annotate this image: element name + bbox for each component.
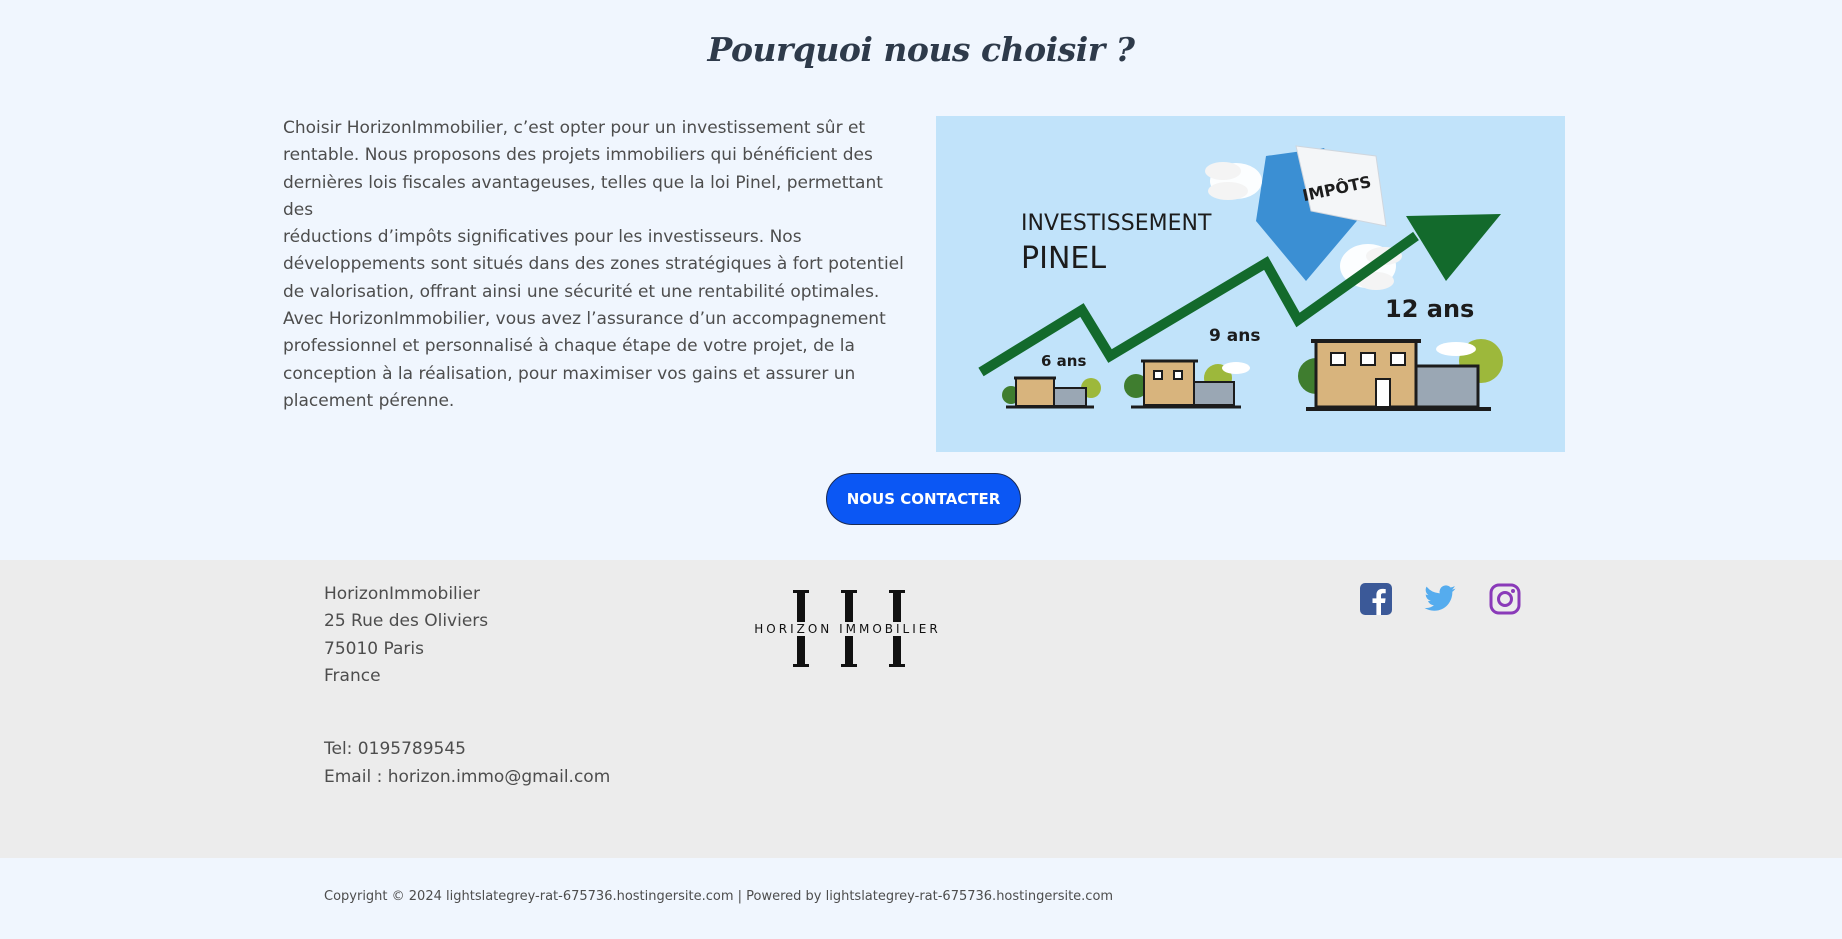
company-name: HorizonImmobilier	[324, 584, 480, 604]
house-medium-icon	[1124, 359, 1250, 409]
instagram-icon[interactable]	[1488, 582, 1522, 616]
powered-by-link[interactable]: lightslategrey-rat-675736.hostingersite.…	[826, 889, 1113, 904]
paragraph-line: Avec HorizonImmobilier, vous avez l’assu…	[283, 309, 886, 330]
paragraph-line: placement pérenne.	[283, 390, 455, 411]
country: France	[324, 665, 381, 686]
image-heading-2: PINEL	[1021, 241, 1106, 276]
logo-text: HORIZON IMMOBILIER	[754, 622, 940, 636]
footer-contact: Tel: 0195789545 Email : horizon.immo@gma…	[324, 735, 610, 791]
logo-mark-icon: HORIZON IMMOBILIER	[740, 590, 955, 667]
paragraph-line: conception à la réalisation, pour maximi…	[283, 363, 856, 384]
paragraph-line: rentable. Nous proposons des projets imm…	[283, 145, 873, 166]
contact-button[interactable]: NOUS CONTACTER	[826, 473, 1021, 525]
footer: HorizonImmobilier 25 Rue des Oliviers 75…	[0, 560, 1842, 858]
why-paragraph: Choisir HorizonImmobilier, c’est opter p…	[283, 115, 913, 415]
twitter-icon[interactable]	[1423, 582, 1457, 616]
pinel-illustration: IMPÔTS INVESTISSEMENT PINEL 6 ans 9 ans …	[936, 116, 1565, 452]
paragraph-line: Choisir HorizonImmobilier, c’est opter p…	[283, 118, 866, 138]
growth-arrow-icon	[978, 214, 1501, 377]
phone: Tel: 0195789545	[324, 739, 466, 759]
section-title: Pourquoi nous choisir ?	[707, 30, 1135, 69]
facebook-icon[interactable]	[1359, 582, 1393, 616]
paragraph-line: développements sont situés dans des zone…	[283, 254, 904, 275]
copyright-separator: | Powered by	[733, 889, 826, 904]
paragraph-line: de valorisation, offrant ainsi une sécur…	[283, 281, 880, 302]
pinel-illustration-svg: IMPÔTS INVESTISSEMENT PINEL 6 ans 9 ans …	[978, 145, 1503, 411]
why-choose-us-section: Pourquoi nous choisir ? Choisir HorizonI…	[0, 0, 1842, 560]
city: 75010 Paris	[324, 638, 424, 659]
footer-address: HorizonImmobilier 25 Rue des Oliviers 75…	[324, 581, 488, 690]
image-heading-1: INVESTISSEMENT	[1021, 211, 1212, 236]
horizon-logo: HORIZON IMMOBILIER	[740, 587, 955, 671]
paragraph-line: professionnel et personnalisé à chaque é…	[283, 336, 855, 357]
paragraph-line: dernières lois fiscales avantageuses, te…	[283, 172, 883, 220]
house-large-icon	[1298, 339, 1503, 411]
email: Email : horizon.immo@gmail.com	[324, 767, 611, 787]
label-9-years: 9 ans	[1209, 326, 1260, 346]
copyright-prefix: Copyright © 2024	[324, 889, 447, 904]
copyright-site-link[interactable]: lightslategrey-rat-675736.hostingersite.…	[446, 889, 733, 904]
street: 25 Rue des Oliviers	[324, 611, 489, 632]
label-12-years: 12 ans	[1385, 295, 1474, 323]
paragraph-line: réductions d’impôts significatives pour …	[283, 227, 802, 248]
house-small-icon	[1002, 376, 1101, 409]
label-6-years: 6 ans	[1041, 352, 1086, 370]
copyright-text: Copyright © 2024 lightslategrey-rat-6757…	[324, 889, 1113, 904]
footer-bottom-bar: Copyright © 2024 lightslategrey-rat-6757…	[0, 858, 1842, 939]
wing-icon	[1205, 162, 1262, 200]
